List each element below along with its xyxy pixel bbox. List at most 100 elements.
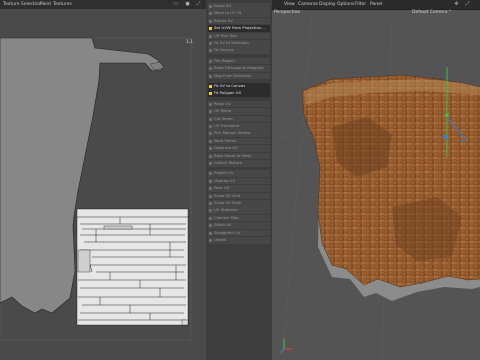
command-bullet-icon	[209, 224, 212, 228]
command-label: UV Statistics	[214, 207, 238, 213]
command-label: Checker Map	[214, 214, 239, 220]
command-bullet-icon	[209, 202, 212, 205]
command-item[interactable]: Collect Texture	[208, 160, 270, 167]
command-label: Show UV Grid	[214, 192, 241, 198]
command-label: Straighten UV	[214, 229, 241, 235]
command-item[interactable]: Build Orthogonal Mapping	[208, 65, 270, 72]
viewport-scene[interactable]	[272, 17, 480, 360]
menu-paint[interactable]: Paint	[40, 2, 51, 7]
command-bullet-icon	[209, 125, 212, 128]
menu-textures[interactable]: Textures	[53, 2, 72, 7]
expand-icon[interactable]: ⤢	[196, 2, 201, 7]
uv-corner-label: 1,1	[186, 39, 193, 45]
command-bullet-icon	[209, 239, 212, 242]
command-bullet-icon	[209, 12, 212, 16]
command-item[interactable]: Unfold	[208, 237, 270, 244]
command-bullet-icon	[209, 117, 212, 121]
uv-marker	[181, 319, 189, 326]
command-bullet-icon	[209, 187, 212, 191]
command-label: Cut Seam	[214, 115, 233, 121]
command-item[interactable]: Equal UV	[208, 3, 270, 10]
command-item[interactable]: Relax UV	[208, 100, 270, 108]
command-bullet-icon	[209, 42, 212, 45]
uv-canvas[interactable]: 1,1	[0, 16, 206, 360]
command-item[interactable]: Show UV Shell	[208, 200, 270, 207]
vp-menu-display[interactable]: Display	[319, 2, 336, 7]
command-bullet-icon	[209, 172, 212, 176]
viewport-expand-icon[interactable]: ⤢	[465, 2, 470, 7]
command-item[interactable]: Project UV	[208, 170, 270, 177]
viewport-title: Perspective	[274, 10, 301, 15]
command-label: Pick Manual Seams	[214, 130, 251, 136]
pin-icon[interactable]: ●	[185, 2, 190, 7]
command-bullet-icon	[209, 85, 212, 88]
command-label: Set UVW From Projection...	[214, 25, 265, 31]
command-item[interactable]: Fit UV to Canvas	[208, 83, 270, 90]
command-label: Mesh to UV Fit	[214, 10, 242, 16]
command-item[interactable]: UV Transform	[208, 123, 270, 130]
vp-menu-view[interactable]: View	[284, 2, 295, 7]
command-item[interactable]: Show UV Grid	[208, 192, 270, 200]
vp-menu-panel[interactable]: Panel	[370, 2, 382, 7]
command-label: Fit Canvas	[214, 47, 234, 53]
command-bullet-icon	[209, 179, 212, 183]
command-item[interactable]: Flip Region	[208, 57, 270, 65]
command-item[interactable]: Fit Polygon UV	[208, 90, 270, 97]
viewport-nav-icon[interactable]: ✥	[454, 2, 459, 7]
command-label: Equal UV	[214, 3, 232, 8]
command-bullet-icon	[209, 231, 212, 235]
command-item[interactable]: Optimize UV	[208, 145, 270, 152]
command-item[interactable]: Mesh to UV Fit	[208, 10, 270, 17]
command-label: Build Orthogonal Mapping	[214, 65, 264, 71]
command-bullet-icon	[209, 49, 212, 53]
axis-indicator-icon	[279, 339, 292, 354]
command-item[interactable]: Cut Seam	[208, 115, 270, 123]
command-item[interactable]: Rotate UV	[208, 17, 270, 25]
command-item[interactable]: UV Statistics	[208, 207, 270, 214]
vp-menu-cameras[interactable]: Cameras	[298, 2, 318, 7]
command-label: Pack UV	[214, 185, 230, 191]
command-bullet-icon	[209, 132, 212, 136]
command-bullet-icon	[209, 92, 212, 96]
command-label: Collect Texture	[214, 160, 243, 165]
uv-packed-islands	[76, 208, 189, 326]
command-item[interactable]: Fit UV to Selection	[208, 40, 270, 47]
command-bullet-icon	[209, 67, 212, 71]
command-item[interactable]: Bake Seam to Mesh	[208, 152, 270, 160]
menu-texture-selection[interactable]: Texture Selection	[3, 2, 42, 7]
command-bullet-icon	[209, 154, 212, 158]
command-item[interactable]: Checker Map	[208, 214, 270, 222]
command-item[interactable]: Stitch UV	[208, 222, 270, 229]
command-item[interactable]: Weld Points	[208, 137, 270, 145]
command-bullet-icon	[209, 74, 212, 78]
vp-menu-filter[interactable]: Filter	[355, 2, 366, 7]
command-label: Project UV	[214, 170, 234, 176]
command-item[interactable]: UV Mirror	[208, 108, 270, 115]
command-bullet-icon	[209, 147, 212, 151]
view-toggle-icon[interactable]: ▭	[173, 2, 178, 7]
command-bullet-icon	[209, 194, 212, 198]
command-bullet-icon	[209, 59, 212, 63]
viewport-camera[interactable]: Default Camera °	[412, 10, 451, 15]
command-label: Optimize UV	[214, 145, 238, 151]
command-label: Fit UV to Canvas	[214, 83, 246, 88]
command-bullet-icon	[209, 102, 212, 106]
command-item[interactable]: UV Pins Tool	[208, 32, 270, 40]
command-item[interactable]: Set UVW From Projection...	[208, 25, 270, 32]
command-item[interactable]: Pack UV	[208, 185, 270, 192]
vp-menu-options[interactable]: Options	[337, 2, 354, 7]
command-label: Relax UV	[214, 100, 232, 106]
command-bullet-icon	[209, 34, 212, 38]
command-label: Fit UV to Selection	[214, 40, 249, 45]
command-item[interactable]: Unwrap UV	[208, 177, 270, 185]
command-bullet-icon	[209, 162, 212, 165]
command-label: UV Mirror	[214, 108, 232, 114]
command-item[interactable]: Fit Canvas	[208, 47, 270, 54]
command-bullet-icon	[209, 110, 212, 114]
command-label: Weld Points	[214, 137, 236, 143]
command-bullet-icon	[209, 209, 212, 213]
command-item[interactable]: Pick Manual Seams	[208, 130, 270, 137]
command-item[interactable]: Map From Selection	[208, 72, 270, 80]
command-item[interactable]: Straighten UV	[208, 229, 270, 237]
command-label: Show UV Shell	[214, 200, 242, 205]
